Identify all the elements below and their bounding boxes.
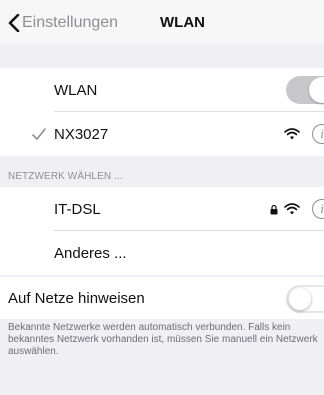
section-header: NETZWERK WÄHLEN ... [8, 171, 123, 182]
wlan-label: WLAN [54, 81, 98, 99]
wlan-group: WLAN NX3027 i [0, 68, 324, 156]
toggle-knob [289, 288, 311, 310]
network-row-other[interactable]: Anderes ... [0, 231, 324, 275]
wlan-toggle[interactable] [286, 76, 324, 104]
network-name: IT-DSL [54, 200, 101, 218]
wifi-icon [284, 128, 300, 140]
ask-to-join-group: Auf Netze hinweisen [0, 277, 324, 319]
lock-icon [270, 204, 278, 215]
page-title: WLAN [160, 14, 205, 31]
other-network-label: Anderes ... [54, 244, 127, 262]
chevron-left-icon [8, 14, 20, 32]
ask-to-join-label: Auf Netze hinweisen [8, 289, 145, 307]
info-icon[interactable]: i [312, 199, 324, 219]
navigation-bar: Einstellungen WLAN [0, 0, 324, 44]
connected-network-row[interactable]: NX3027 i [0, 112, 324, 156]
wlan-toggle-row: WLAN [0, 68, 324, 112]
ask-to-join-footer: Bekannte Netzwerke werden automatisch ve… [8, 322, 318, 357]
network-row-it-dsl[interactable]: IT-DSL i [0, 187, 324, 231]
back-button[interactable]: Einstellungen [8, 12, 118, 34]
wifi-icon [284, 203, 300, 215]
connected-network-name: NX3027 [54, 125, 109, 143]
toggle-knob [309, 77, 324, 103]
checkmark-icon [32, 128, 46, 140]
networks-group: IT-DSL i Anderes ... [0, 187, 324, 275]
info-icon[interactable]: i [312, 124, 324, 144]
ask-to-join-row: Auf Netze hinweisen [0, 277, 324, 319]
back-button-label: Einstellungen [22, 14, 119, 31]
ask-to-join-toggle[interactable] [286, 285, 324, 313]
